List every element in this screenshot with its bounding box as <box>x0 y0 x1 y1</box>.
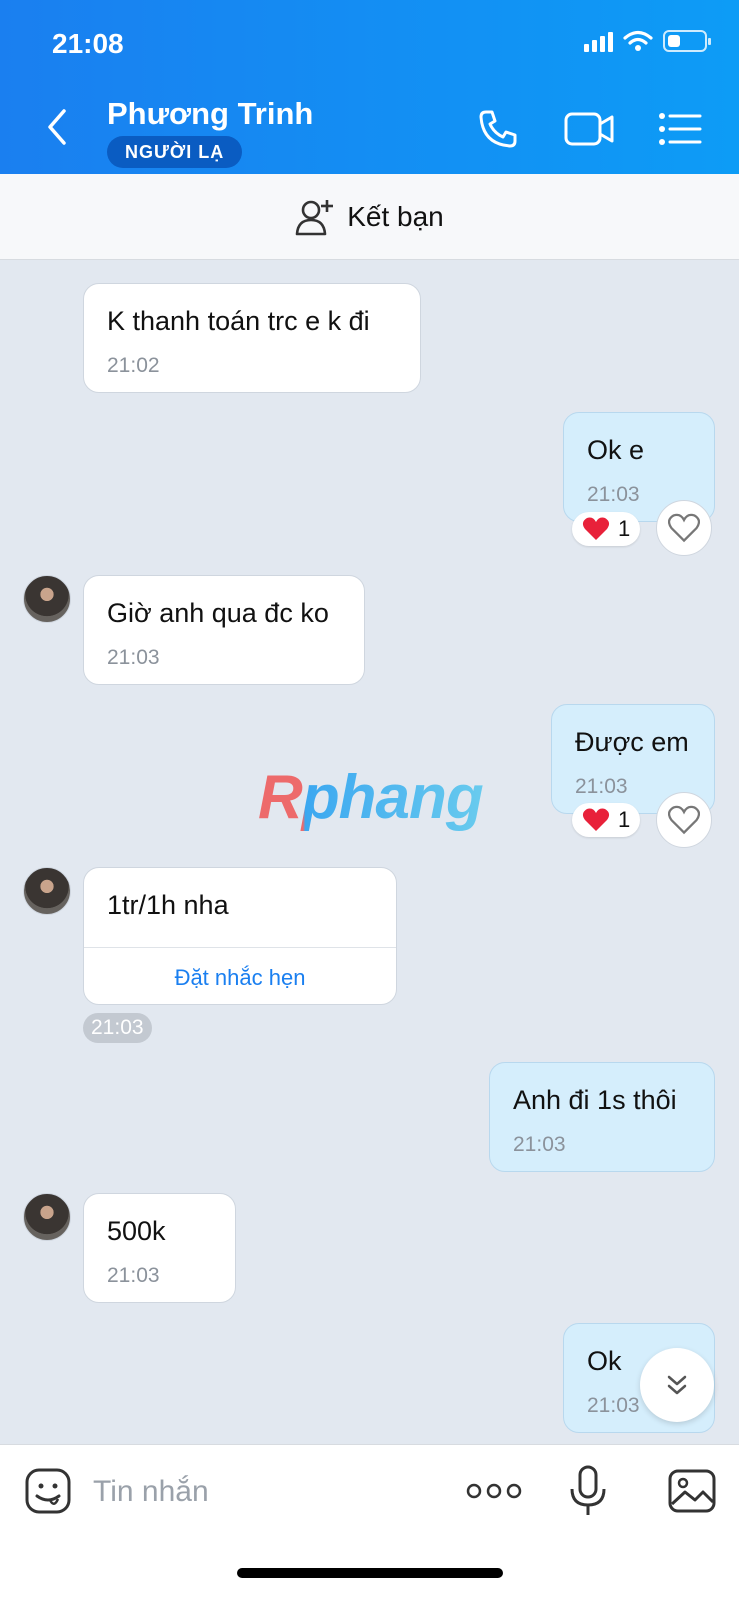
back-button[interactable] <box>40 105 74 149</box>
react-button[interactable] <box>656 500 712 556</box>
message-text: Được em <box>575 727 689 757</box>
voice-button[interactable] <box>560 1463 616 1519</box>
emoji-icon <box>25 1468 71 1514</box>
phone-icon <box>479 110 517 148</box>
reaction-count: 1 <box>618 516 631 541</box>
message-text: 1tr/1h nha <box>107 890 229 920</box>
wifi-icon <box>623 30 653 51</box>
battery-icon <box>663 30 711 52</box>
battery-level <box>668 35 680 47</box>
message-time: 21:03 <box>587 1394 640 1417</box>
react-button[interactable] <box>656 792 712 848</box>
message-text: K thanh toán trc e k đi <box>107 306 370 336</box>
composer-bar: Tin nhắn <box>0 1444 739 1600</box>
message-input[interactable]: Tin nhắn <box>93 1475 209 1509</box>
menu-list-icon <box>659 113 702 145</box>
scroll-to-bottom-button[interactable] <box>640 1348 714 1422</box>
more-icon <box>466 1483 522 1499</box>
message-bubble-incoming[interactable]: Giờ anh qua đc ko 21:03 <box>83 575 365 685</box>
status-time: 21:08 <box>52 28 124 59</box>
avatar[interactable] <box>23 575 71 623</box>
status-icons <box>584 30 711 52</box>
message-text: 500k <box>107 1216 166 1246</box>
back-icon <box>48 109 66 145</box>
reaction-summary[interactable]: 1 <box>572 803 641 837</box>
image-button[interactable] <box>664 1463 720 1519</box>
add-friend-label: Kết bạn <box>347 200 444 232</box>
signal-icon <box>584 30 613 52</box>
microphone-icon <box>570 1465 606 1515</box>
message-time: 21:03 <box>107 1264 160 1287</box>
add-friend-button[interactable]: Kết bạn <box>0 174 739 260</box>
emoji-button[interactable] <box>20 1463 76 1519</box>
heart-icon <box>582 808 610 831</box>
video-call-button[interactable] <box>562 105 618 153</box>
message-time: 21:03 <box>107 646 160 669</box>
message-time: 21:03 <box>83 1013 152 1043</box>
heart-outline-icon <box>668 805 700 835</box>
chat-header: 21:08 Phương Trinh NGƯỜI LẠ <box>0 0 739 174</box>
video-icon <box>564 112 614 146</box>
image-icon <box>668 1469 716 1513</box>
avatar[interactable] <box>23 867 71 915</box>
heart-icon <box>582 517 610 540</box>
divider <box>84 947 396 948</box>
stranger-badge: NGƯỜI LẠ <box>107 136 243 168</box>
message-time: 21:02 <box>107 354 160 377</box>
message-time: 21:03 <box>513 1133 566 1156</box>
chevron-double-down-icon <box>667 1375 687 1395</box>
home-indicator <box>237 1568 503 1578</box>
message-bubble-incoming[interactable]: 500k 21:03 <box>83 1193 236 1303</box>
message-time: 21:03 <box>575 775 628 798</box>
contact-name[interactable]: Phương Trinh <box>107 96 313 132</box>
set-reminder-link[interactable]: Đặt nhắc hẹn <box>84 965 396 991</box>
message-text: Ok e <box>587 435 645 465</box>
watermark: Rphang <box>258 763 484 832</box>
message-bubble-incoming[interactable]: K thanh toán trc e k đi 21:02 <box>83 283 421 393</box>
message-text: Anh đi 1s thôi <box>513 1085 677 1115</box>
message-text: Giờ anh qua đc ko <box>107 598 329 628</box>
message-bubble-incoming[interactable]: 1tr/1h nha Đặt nhắc hẹn <box>83 867 397 1005</box>
message-text: Ok <box>587 1346 622 1376</box>
call-button[interactable] <box>474 105 522 153</box>
more-button[interactable] <box>464 1463 524 1519</box>
reaction-count: 1 <box>618 807 631 832</box>
message-bubble-outgoing[interactable]: Anh đi 1s thôi 21:03 <box>489 1062 715 1172</box>
reaction-summary[interactable]: 1 <box>572 512 641 546</box>
message-time: 21:03 <box>587 483 640 506</box>
options-button[interactable] <box>656 105 704 153</box>
heart-outline-icon <box>668 513 700 543</box>
add-friend-icon <box>295 199 334 235</box>
avatar[interactable] <box>23 1193 71 1241</box>
